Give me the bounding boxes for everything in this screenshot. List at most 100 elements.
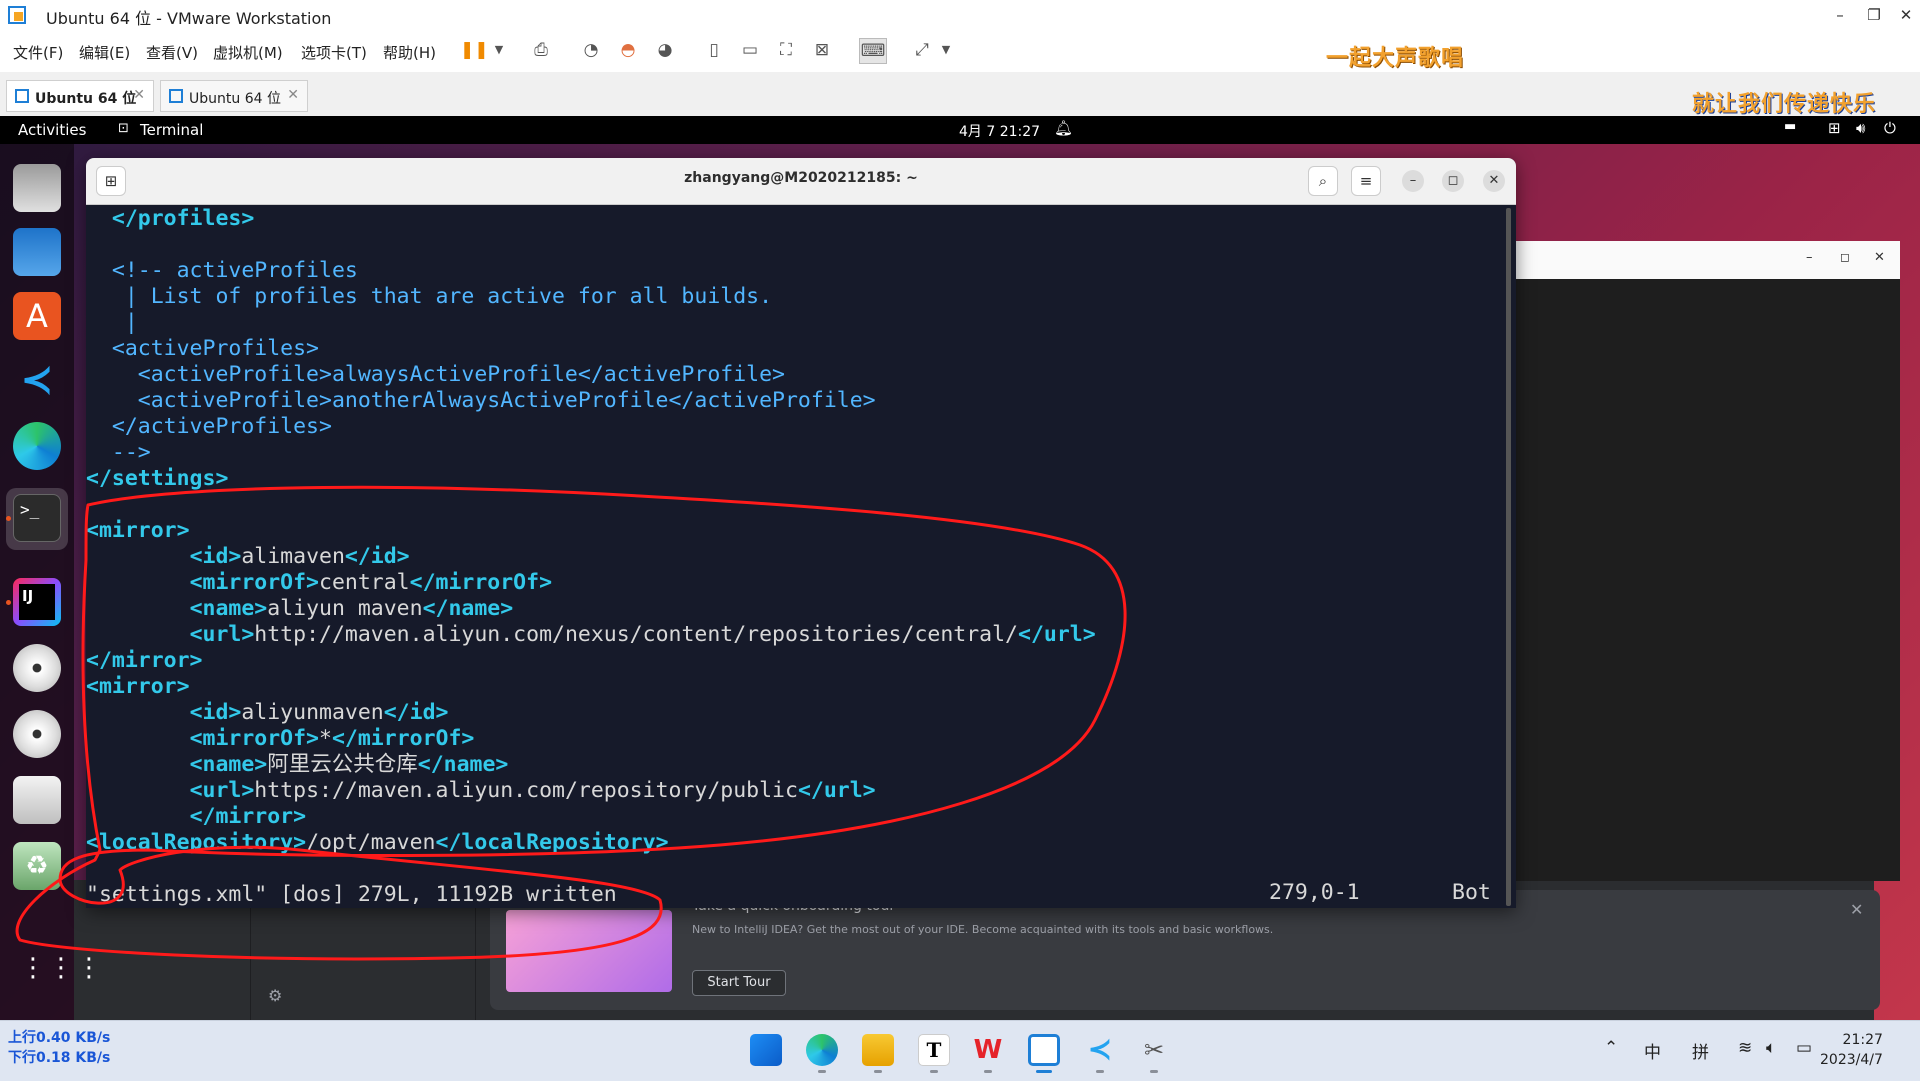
tab-close-icon[interactable]: ✕ xyxy=(287,87,299,103)
show-apps-icon[interactable]: ⋮⋮⋮ xyxy=(20,955,104,981)
battery-icon[interactable]: ▭ xyxy=(1796,1038,1812,1058)
vscode-icon[interactable]: ≺ xyxy=(13,356,61,404)
start-tour-button[interactable]: Start Tour xyxy=(692,970,786,996)
terminal-line: <url>http://maven.aliyun.com/nexus/conte… xyxy=(86,622,1096,648)
trash-icon[interactable]: ♻ xyxy=(13,842,61,890)
console-view-icon[interactable]: ⌨ xyxy=(859,38,887,64)
bg-minimize-icon[interactable]: – xyxy=(1806,250,1813,265)
minimize-button[interactable]: – xyxy=(1402,170,1424,192)
active-indicator xyxy=(1036,1070,1052,1073)
volume-icon[interactable]: 🔊︎ xyxy=(1856,119,1865,137)
terminal-text-span: </mirror> xyxy=(189,804,307,829)
volume-tray-icon[interactable]: 🔈︎ xyxy=(1766,1038,1776,1058)
wps-icon[interactable]: W xyxy=(972,1034,1004,1066)
terminal-text-span: </name> xyxy=(422,596,514,621)
writer-icon[interactable] xyxy=(13,228,61,276)
upload-speed: 上行0.40 KB/s xyxy=(8,1030,111,1046)
terminal-app-icon: ⊡ xyxy=(118,121,129,136)
chevron-up-icon[interactable]: ⌃ xyxy=(1604,1038,1618,1058)
typora-icon[interactable]: T xyxy=(918,1034,950,1066)
thumbnail-view-icon[interactable]: ▭ xyxy=(737,38,763,62)
terminal-text-span: <activeProfiles> xyxy=(86,336,319,361)
terminal-line: <mirror> xyxy=(86,674,190,700)
wifi-icon[interactable]: ≋ xyxy=(1738,1038,1752,1058)
edge-taskbar-icon[interactable] xyxy=(806,1034,838,1066)
ubuntu-top-bar: Activities ⊡ Terminal 4月 7 21:27 🔔︎ ▬ ⊞ … xyxy=(0,116,1920,144)
vmware-title-bar: Ubuntu 64 位 - VMware Workstation – ❐ ✕ xyxy=(0,0,1920,30)
minimize-icon[interactable]: – xyxy=(1822,4,1858,26)
vmware-taskbar-icon[interactable] xyxy=(1028,1034,1060,1066)
running-indicator xyxy=(6,516,11,521)
tab-close-icon[interactable]: ✕ xyxy=(133,87,145,103)
menu-tabs[interactable]: 选项卡(T) xyxy=(301,42,367,63)
clock[interactable]: 4月 7 21:27 xyxy=(959,121,1040,141)
dvd-drive-icon[interactable] xyxy=(13,644,61,692)
pause-icon[interactable]: ❚❚ xyxy=(460,38,489,62)
chevron-down-icon[interactable]: ▼ xyxy=(486,38,512,62)
search-icon[interactable]: ⌕ xyxy=(1308,166,1338,196)
unity-icon[interactable]: ⊠ xyxy=(809,38,835,62)
notification-bell-icon[interactable]: 🔔︎ xyxy=(1054,119,1073,137)
windows-start-icon[interactable] xyxy=(750,1034,782,1066)
edge-icon[interactable] xyxy=(13,422,61,470)
revert-snapshot-icon[interactable]: ◓ xyxy=(615,38,641,62)
snapshot-manager-icon[interactable]: ◕ xyxy=(652,38,678,62)
menu-vm[interactable]: 虚拟机(M) xyxy=(213,42,283,63)
bg-maximize-icon[interactable]: ◻ xyxy=(1840,250,1850,264)
tab-ubuntu[interactable]: Ubuntu 64 位 ✕ xyxy=(160,80,308,112)
files-icon[interactable] xyxy=(13,164,61,212)
text-editor-icon[interactable] xyxy=(13,776,61,824)
keyboard-icon[interactable]: ▬ xyxy=(1784,119,1796,134)
ime-mode[interactable]: 中 xyxy=(1644,1038,1661,1063)
ime-type[interactable]: 拼 xyxy=(1692,1038,1709,1063)
onboarding-close-icon[interactable]: ✕ xyxy=(1850,900,1863,919)
terminal-scrollbar[interactable] xyxy=(1506,208,1511,906)
intellij-icon[interactable]: IJ xyxy=(13,578,61,626)
dvd-drive-icon[interactable] xyxy=(13,710,61,758)
taskbar-clock[interactable]: 21:27 2023/4/7 xyxy=(1820,1030,1883,1070)
tab-ubuntu-active[interactable]: Ubuntu 64 位 ✕ xyxy=(6,80,154,112)
stretch-icon[interactable]: ⤢ xyxy=(909,38,935,62)
restore-icon[interactable]: ❐ xyxy=(1856,4,1892,26)
taskbar-date: 2023/4/7 xyxy=(1820,1052,1883,1068)
gear-icon[interactable]: ⚙ xyxy=(268,986,282,1005)
menu-edit[interactable]: 编辑(E) xyxy=(79,42,130,63)
terminal-line: <id>alimaven</id> xyxy=(86,544,410,570)
software-store-icon[interactable]: A xyxy=(13,292,61,340)
terminal-text-span: </mirror> xyxy=(86,648,203,673)
vim-cursor-position: 279,0-1 xyxy=(1269,880,1360,905)
stretch-dropdown-icon[interactable]: ▼ xyxy=(933,38,959,62)
fullscreen-icon[interactable]: ⛶ xyxy=(773,38,799,62)
activities-button[interactable]: Activities xyxy=(18,121,86,139)
bg-close-icon[interactable]: ✕ xyxy=(1874,250,1885,265)
terminal-line: <activeProfile>alwaysActiveProfile</acti… xyxy=(86,362,785,388)
hamburger-menu-icon[interactable]: ≡ xyxy=(1351,166,1381,196)
terminal-text-span: <mirror> xyxy=(86,674,190,699)
terminal-line: "settings.xml" [dos] 279L, 11192B writte… xyxy=(86,882,617,908)
send-ctrl-alt-del-icon[interactable]: ⎙ xyxy=(528,38,554,62)
app-menu-terminal[interactable]: Terminal xyxy=(140,121,203,139)
snipping-tool-icon[interactable]: ✂ xyxy=(1138,1034,1170,1066)
sidebar-view-icon[interactable]: ▯ xyxy=(701,38,727,62)
close-icon[interactable]: ✕ xyxy=(1888,4,1920,26)
snapshot-icon[interactable]: ◔ xyxy=(578,38,604,62)
terminal-title: zhangyang@M2020212185: ~ xyxy=(684,170,918,186)
file-explorer-icon[interactable] xyxy=(862,1034,894,1066)
terminal-text-span: https://maven.aliyun.com/repository/publ… xyxy=(254,778,798,803)
network-icon[interactable]: ⊞ xyxy=(1828,119,1841,137)
power-icon[interactable]: ⏻ xyxy=(1884,119,1896,137)
terminal-icon[interactable]: >_ xyxy=(13,494,61,542)
vscode-taskbar-icon[interactable]: ≺ xyxy=(1084,1034,1116,1066)
terminal-text-span: <name> xyxy=(189,596,268,621)
terminal-text-span xyxy=(86,622,190,647)
menu-help[interactable]: 帮助(H) xyxy=(383,42,436,63)
menu-file[interactable]: 文件(F) xyxy=(13,42,63,63)
terminal-text-span: aliyun maven xyxy=(267,596,423,621)
terminal-content[interactable]: </profiles> <!-- activeProfiles | List o… xyxy=(86,206,1500,908)
terminal-text-span: --> xyxy=(86,440,151,465)
terminal-text-span: | xyxy=(86,310,138,335)
menu-view[interactable]: 查看(V) xyxy=(146,42,198,63)
close-button[interactable]: ✕ xyxy=(1483,170,1505,192)
terminal-text-span xyxy=(86,752,190,777)
maximize-button[interactable]: ◻ xyxy=(1442,170,1464,192)
